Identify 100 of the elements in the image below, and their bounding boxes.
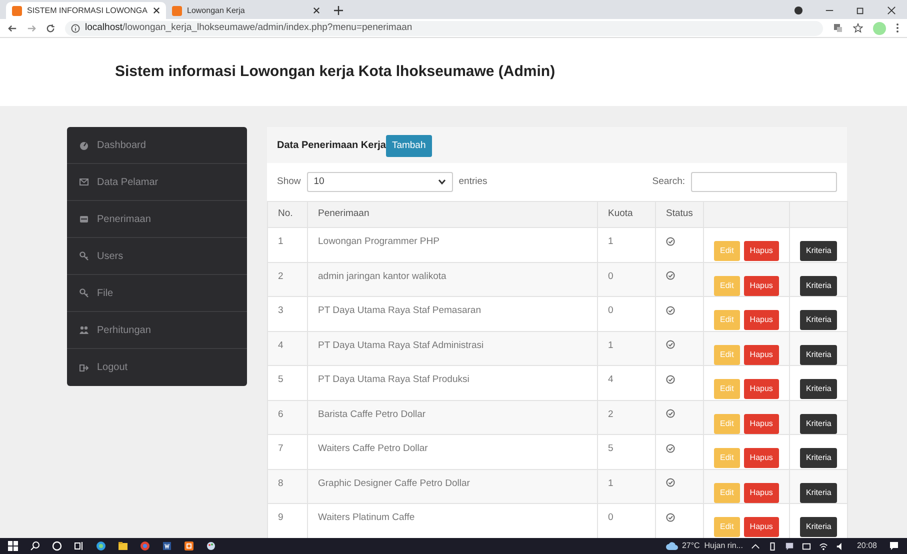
page-title: Sistem informasi Lowongan kerja Kota lhokseumawe (Admin) <box>115 63 556 81</box>
criteria-button[interactable]: Kriteria <box>800 310 838 330</box>
close-icon[interactable] <box>887 6 896 15</box>
close-icon[interactable] <box>153 7 160 14</box>
delete-button[interactable]: Hapus <box>744 241 779 261</box>
table-cell: Lowongan Programmer PHP <box>308 228 598 262</box>
search-field[interactable] <box>691 172 837 192</box>
key-icon <box>79 251 89 261</box>
address-bar[interactable]: localhost/lowongan_kerja_lhokseumawe/admin/index.php?menu=penerimaan <box>65 20 823 36</box>
table-cell: Barista Caffe Petro Dollar <box>308 400 598 434</box>
table-cell: 5 <box>268 366 308 400</box>
info-icon <box>71 24 80 32</box>
table-cell: 7 <box>268 434 308 469</box>
delete-button[interactable]: Hapus <box>744 482 779 502</box>
sidebar-item[interactable]: File <box>67 275 247 312</box>
check-circle-icon <box>666 409 675 418</box>
table-cell: PT Daya Utama Raya Staf Produksi <box>308 366 598 400</box>
search-icon[interactable] <box>30 541 40 551</box>
cloud-icon <box>666 542 678 550</box>
delete-button[interactable]: Hapus <box>744 414 779 434</box>
notification-icon[interactable] <box>889 541 899 551</box>
table-cell: 6 <box>268 400 308 434</box>
back-icon[interactable] <box>8 24 17 32</box>
caret-up-icon[interactable] <box>750 542 760 550</box>
criteria-button[interactable]: Kriteria <box>800 414 838 434</box>
sidebar-item[interactable]: Perhitungan <box>67 312 247 349</box>
delete-button[interactable]: Hapus <box>744 379 779 399</box>
check-circle-icon <box>666 340 675 350</box>
close-icon[interactable] <box>313 7 320 14</box>
task-view-icon[interactable] <box>74 541 84 551</box>
table-cell: 0 <box>598 296 656 331</box>
sidebar-item[interactable]: Logout <box>67 349 247 386</box>
palette-icon[interactable] <box>206 541 216 551</box>
url-text: localhost/lowongan_kerja_lhokseumawe/admin/index.php?menu=penerimaan <box>85 20 412 35</box>
new-tab-icon[interactable] <box>334 6 343 15</box>
check-circle-icon <box>666 306 675 315</box>
chevron-down-icon <box>438 179 446 185</box>
wifi-icon[interactable] <box>818 542 828 550</box>
check-circle-icon <box>666 478 675 488</box>
table-cell: 1 <box>268 228 308 262</box>
check-circle-icon <box>666 374 675 384</box>
sidebar-item[interactable]: Data Pelamar <box>67 164 247 201</box>
table-cell: 2 <box>598 400 656 434</box>
search-label: Search: <box>652 174 685 189</box>
criteria-button[interactable]: Kriteria <box>800 241 838 261</box>
criteria-button[interactable]: Kriteria <box>800 379 838 399</box>
delete-button[interactable]: Hapus <box>744 310 779 330</box>
check-circle-icon <box>666 271 675 280</box>
table-cell: 2 <box>268 262 308 296</box>
table-cell: 5 <box>598 434 656 469</box>
criteria-button[interactable]: Kriteria <box>800 276 838 296</box>
weather-text[interactable]: 27°C Hujan rin... <box>682 540 743 552</box>
table-cell: 1 <box>598 331 656 366</box>
delete-button[interactable]: Hapus <box>744 344 779 364</box>
criteria-button[interactable]: Kriteria <box>800 482 838 502</box>
column-header: Penerimaan <box>308 202 598 228</box>
delete-button[interactable]: Hapus <box>744 517 779 537</box>
circle-icon[interactable] <box>52 541 62 551</box>
show-label: Show <box>277 174 301 189</box>
column-header: Status <box>656 202 704 228</box>
chat-icon[interactable] <box>784 542 794 550</box>
menu-icon[interactable] <box>896 23 899 33</box>
column-header: No. <box>268 202 308 228</box>
clock-text[interactable]: 20:08 <box>856 540 877 552</box>
delete-button[interactable]: Hapus <box>744 448 779 468</box>
column-header: Kuota <box>598 202 656 228</box>
account-icon[interactable] <box>794 6 803 15</box>
criteria-button[interactable]: Kriteria <box>800 344 838 364</box>
star-icon[interactable] <box>853 23 863 33</box>
folder-icon[interactable] <box>118 541 128 551</box>
sidebar-item[interactable]: Dashboard <box>67 127 247 164</box>
envelope-icon <box>79 177 89 187</box>
delete-button[interactable]: Hapus <box>744 276 779 296</box>
table-cell: 4 <box>268 331 308 366</box>
criteria-button[interactable]: Kriteria <box>800 448 838 468</box>
check-circle-icon <box>666 512 675 522</box>
document-icon[interactable] <box>162 541 172 551</box>
table-cell: 8 <box>268 469 308 504</box>
table-cell: Graphic Designer Caffe Petro Dollar <box>308 469 598 504</box>
table-cell: 1 <box>598 469 656 504</box>
sidebar-item[interactable]: Users <box>67 238 247 275</box>
inbox-icon <box>79 214 89 224</box>
reload-icon[interactable] <box>46 24 55 32</box>
browser-tab[interactable]: Lowongan Kerja <box>166 2 326 19</box>
logout-icon <box>79 362 89 372</box>
criteria-button[interactable]: Kriteria <box>800 517 838 537</box>
translate-icon[interactable] <box>833 23 843 33</box>
entries-select[interactable]: 10 <box>306 172 453 192</box>
chrome-icon[interactable] <box>140 541 150 551</box>
table-cell: 4 <box>598 366 656 400</box>
dashboard-icon <box>79 140 89 150</box>
app-icon[interactable] <box>184 541 194 551</box>
add-button[interactable]: Tambah <box>386 134 432 157</box>
windows-icon[interactable] <box>8 541 18 551</box>
check-circle-icon <box>666 236 675 246</box>
browser-icon[interactable] <box>96 541 106 551</box>
restore-icon[interactable] <box>856 6 865 15</box>
browser-tab[interactable]: SISTEM INFORMASI LOWONGA <box>6 2 166 19</box>
entries-label: entries <box>458 174 488 189</box>
sidebar-item[interactable]: Penerimaan <box>67 201 247 238</box>
